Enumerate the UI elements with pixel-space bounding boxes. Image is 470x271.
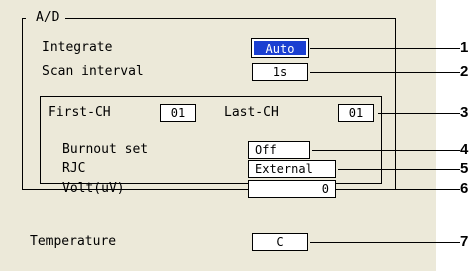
first-ch-field[interactable]: 01 [160,104,196,122]
integrate-field[interactable]: Auto [251,38,309,58]
integrate-label: Integrate [42,40,113,55]
callout-number-4: 4 [460,141,469,158]
last-ch-label: Last-CH [224,105,279,120]
ad-group-title: A/D [26,10,66,25]
callout-number-2: 2 [460,63,469,80]
callout-line-6 [338,189,460,190]
callout-number-3: 3 [460,104,469,121]
volt-field[interactable]: 0 [248,180,336,198]
callout-line-5 [338,169,460,170]
callout-number-1: 1 [460,39,469,56]
callout-number-5: 5 [460,160,469,177]
callout-line-2 [310,72,460,73]
burnout-label: Burnout set [62,142,149,157]
volt-label: Volt(uV) [62,181,125,196]
callout-line-4 [312,150,460,151]
callout-line-1 [310,48,460,49]
rjc-label: RJC [62,161,86,176]
callout-line-7 [310,242,460,243]
burnout-field[interactable]: Off [248,141,310,159]
callout-line-3 [378,113,460,114]
temperature-field[interactable]: C [252,233,308,251]
temperature-label: Temperature [30,234,117,249]
first-ch-label: First-CH [48,105,111,120]
scan-interval-field[interactable]: 1s [252,63,308,81]
rjc-field[interactable]: External [248,160,336,178]
settings-panel: A/D Integrate Auto Scan interval 1s Firs… [0,0,436,271]
callout-number-6: 6 [460,180,469,197]
last-ch-field[interactable]: 01 [338,104,374,122]
scan-interval-label: Scan interval [42,64,144,79]
callout-number-7: 7 [460,233,469,250]
